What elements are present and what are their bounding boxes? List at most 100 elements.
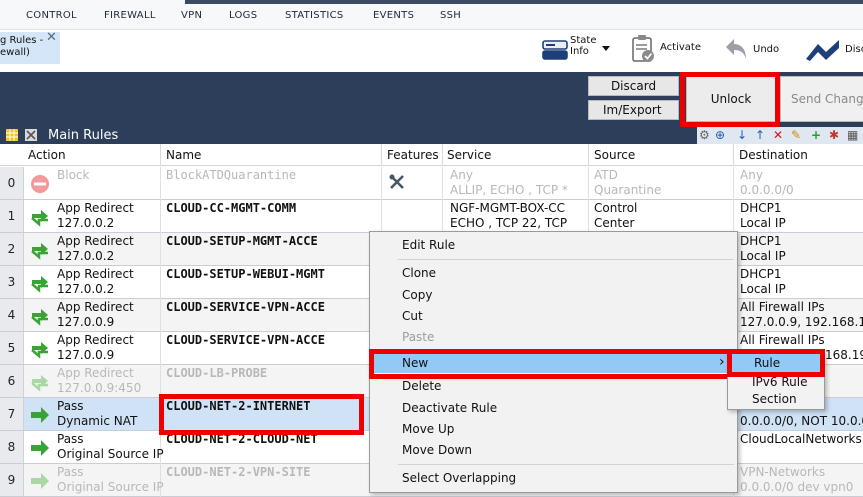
top-navigation: CONTROL FIREWALL VPN LOGS STATISTICS EVE… bbox=[0, 0, 863, 30]
row-number: 6 bbox=[0, 365, 24, 397]
undo-button[interactable]: Undo bbox=[724, 34, 784, 66]
rule-name: CLOUD-SETUP-MGMT-ACCE bbox=[166, 234, 318, 248]
bug-icon[interactable]: ✱ bbox=[829, 128, 839, 142]
destination-line2: Local IP bbox=[740, 249, 786, 263]
destination-line1: DHCP1 bbox=[740, 267, 782, 281]
service-line1: Any bbox=[450, 168, 473, 182]
action-target: 127.0.0.2 bbox=[57, 216, 115, 230]
state-info-label1: State bbox=[570, 35, 597, 46]
row-number: 2 bbox=[0, 233, 24, 265]
nav-firewall[interactable]: FIREWALL bbox=[104, 10, 156, 21]
disconnect-button[interactable]: Disc bbox=[805, 34, 863, 66]
rule-name: CLOUD-SETUP-WEBUI-MGMT bbox=[166, 267, 325, 281]
state-info-button[interactable]: State Info bbox=[540, 34, 612, 66]
menu-item-move-up[interactable]: Move Up bbox=[402, 422, 454, 436]
menu-item-cut[interactable]: Cut bbox=[402, 309, 423, 323]
header-destination[interactable]: Destination bbox=[739, 148, 808, 162]
action-target: 127.0.0.2 bbox=[57, 249, 115, 263]
menu-item-deactivate-rule[interactable]: Deactivate Rule bbox=[402, 401, 497, 415]
table-row[interactable]: 0 Block BlockATDQuarantine Any ALLIP, EC… bbox=[0, 167, 863, 200]
action-label: App Redirect bbox=[57, 300, 134, 314]
nav-control[interactable]: CONTROL bbox=[26, 10, 77, 21]
link-icon[interactable]: ⊕ bbox=[715, 128, 725, 142]
destination-line2: 0.0.0.0/0, NOT 10.0.0 bbox=[740, 414, 863, 428]
rule-tools: ⚙ ⊕ ↓ ↑ ✕ ✎ + ✱ ▦ bbox=[697, 127, 863, 144]
app-redirect-icon bbox=[31, 342, 48, 359]
menu-item-edit-rule[interactable]: Edit Rule bbox=[402, 238, 455, 252]
destination-line2: 127.0.0.9, 192.168.192 bbox=[740, 315, 863, 329]
undo-icon bbox=[726, 39, 746, 59]
destination-line2: 0.0.0.0/0 dev vpn0 bbox=[740, 480, 854, 494]
rules-panel-header: Main Rules ⚙ ⊕ ↓ ↑ ✕ ✎ + ✱ ▦ bbox=[0, 127, 863, 144]
arrow-up-icon[interactable]: ↑ bbox=[755, 128, 765, 142]
destination-line1: All Firewall IPs bbox=[740, 333, 825, 347]
clipboard-check-icon bbox=[632, 35, 654, 62]
arrow-down-icon[interactable]: ↓ bbox=[737, 128, 747, 142]
action-label: App Redirect bbox=[57, 366, 134, 380]
block-icon bbox=[31, 175, 49, 193]
menu-item-copy[interactable]: Copy bbox=[402, 288, 432, 302]
menu-item-clone[interactable]: Clone bbox=[402, 266, 436, 280]
submenu-item-section[interactable]: Section bbox=[752, 392, 797, 406]
action-label: Pass bbox=[57, 432, 84, 446]
pass-arrow-icon bbox=[31, 440, 49, 456]
nav-vpn[interactable]: VPN bbox=[181, 10, 202, 21]
header-features[interactable]: Features bbox=[387, 148, 439, 162]
nav-statistics[interactable]: STATISTICS bbox=[285, 10, 344, 21]
destination-line1: CloudLocalNetworks bbox=[740, 432, 862, 446]
destination-line2: 0.0.0.0/0 bbox=[740, 183, 794, 197]
menu-item-delete[interactable]: Delete bbox=[402, 379, 441, 393]
document-tab[interactable]: g Rules - ewall) ✕ bbox=[0, 32, 60, 64]
tools-icon bbox=[389, 174, 404, 189]
action-target: Original Source IP bbox=[57, 447, 164, 461]
activate-button[interactable]: Activate bbox=[630, 34, 710, 66]
close-icon[interactable]: ✕ bbox=[46, 32, 57, 44]
nav-accent-bar bbox=[185, 0, 863, 4]
annotation-box-rule-name bbox=[159, 394, 364, 435]
action-target: Dynamic NAT bbox=[57, 414, 138, 428]
action-target: 127.0.0.2 bbox=[57, 282, 115, 296]
destination-line2: Local IP bbox=[740, 216, 786, 230]
im-export-button[interactable]: Im/Export bbox=[588, 100, 679, 120]
row-number: 7 bbox=[0, 398, 24, 430]
table-icon[interactable]: ▦ bbox=[847, 128, 858, 142]
header-source[interactable]: Source bbox=[594, 148, 635, 162]
table-row[interactable]: 1 App Redirect 127.0.0.2 CLOUD-CC-MGMT-C… bbox=[0, 200, 863, 233]
action-label: App Redirect bbox=[57, 267, 134, 281]
destination-line1: VPN-Networks bbox=[740, 465, 826, 479]
delete-icon[interactable]: ✕ bbox=[773, 128, 783, 142]
action-label: App Redirect bbox=[57, 234, 134, 248]
activate-label: Activate bbox=[660, 42, 701, 53]
pass-arrow-icon bbox=[31, 407, 49, 423]
rule-name: CLOUD-SERVICE-VPN-ACCE bbox=[166, 333, 325, 347]
row-number: 4 bbox=[0, 299, 24, 331]
state-info-label2: Info bbox=[570, 46, 589, 57]
submenu-item-ipv6-rule[interactable]: IPv6 Rule bbox=[752, 375, 807, 389]
edit-icon[interactable]: ✎ bbox=[791, 128, 801, 142]
rule-name: CLOUD-SERVICE-VPN-ACCE bbox=[166, 300, 325, 314]
destination-line1: All Firewall IPs bbox=[740, 300, 825, 314]
menu-item-select-overlapping[interactable]: Select Overlapping bbox=[402, 471, 516, 485]
send-changes-button[interactable]: Send Changes bbox=[780, 76, 863, 122]
header-action[interactable]: Action bbox=[28, 148, 66, 162]
close-panel-icon[interactable] bbox=[25, 129, 37, 141]
service-line2: ECHO , TCP 22, TCP bbox=[450, 216, 568, 230]
menu-item-move-down[interactable]: Move Down bbox=[402, 443, 472, 457]
add-icon[interactable]: + bbox=[811, 128, 821, 142]
annotation-box-unlock bbox=[680, 72, 780, 127]
app-redirect-icon bbox=[31, 375, 48, 392]
nav-events[interactable]: EVENTS bbox=[373, 10, 414, 21]
settings-icon[interactable]: ⚙ bbox=[699, 128, 710, 142]
row-number: 0 bbox=[0, 167, 24, 199]
server-icon bbox=[542, 40, 568, 60]
nav-logs[interactable]: LOGS bbox=[229, 10, 257, 21]
app-redirect-icon bbox=[31, 309, 48, 326]
app-redirect-icon bbox=[31, 210, 48, 227]
discard-button[interactable]: Discard bbox=[588, 76, 679, 96]
header-service[interactable]: Service bbox=[447, 148, 491, 162]
toolbar: g Rules - ewall) ✕ State Info Activate U… bbox=[0, 30, 863, 72]
action-label: App Redirect bbox=[57, 201, 134, 215]
header-name[interactable]: Name bbox=[166, 148, 201, 162]
nav-ssh[interactable]: SSH bbox=[440, 10, 461, 21]
grid-icon[interactable] bbox=[6, 129, 18, 141]
